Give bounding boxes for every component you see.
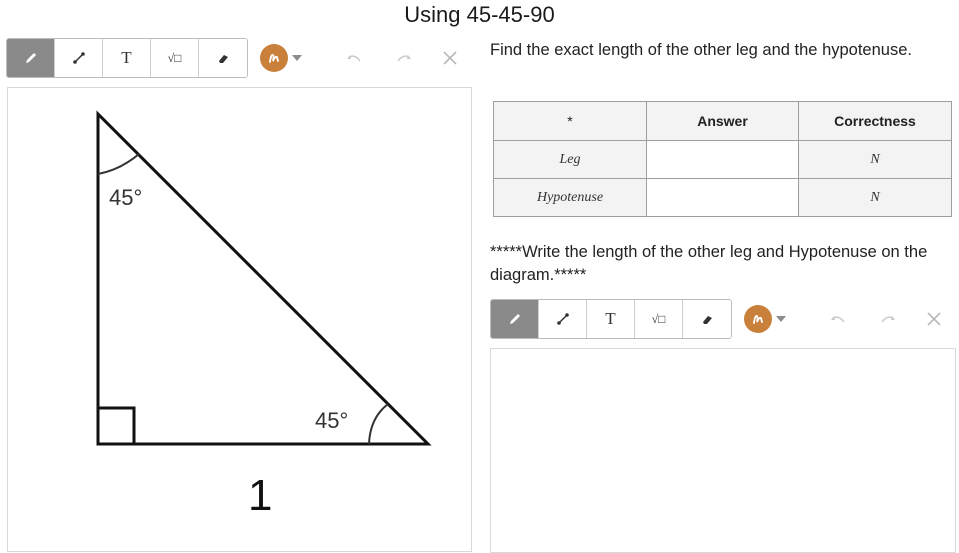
drawing-canvas-left[interactable]: 45° 45° 1 bbox=[7, 87, 472, 552]
tool-group: T √□ bbox=[490, 299, 732, 339]
leg-length-label: 1 bbox=[248, 471, 272, 520]
sqrt-icon: √□ bbox=[167, 50, 182, 65]
chevron-down-icon bbox=[776, 316, 786, 322]
text-tool-button[interactable]: T bbox=[587, 300, 635, 338]
table-header-row: * Answer Correctness bbox=[493, 101, 952, 141]
eraser-icon bbox=[219, 55, 228, 63]
undo-button[interactable] bbox=[824, 305, 852, 333]
header-answer: Answer bbox=[646, 101, 799, 141]
table-row: Leg N bbox=[493, 140, 952, 179]
clear-button[interactable] bbox=[436, 44, 464, 72]
drawing-canvas-right[interactable] bbox=[490, 348, 956, 553]
close-icon bbox=[927, 312, 941, 326]
pencil-icon bbox=[25, 53, 36, 63]
undo-button[interactable] bbox=[340, 44, 368, 72]
bottom-angle-label: 45° bbox=[315, 408, 348, 433]
close-icon bbox=[443, 51, 457, 65]
header-correctness: Correctness bbox=[798, 101, 952, 141]
text-icon: T bbox=[121, 48, 132, 67]
hypotenuse-answer-input[interactable] bbox=[646, 178, 799, 217]
row-label-hypotenuse: Hypotenuse bbox=[493, 178, 647, 217]
hypotenuse-correctness: N bbox=[798, 178, 952, 217]
pencil-tool-button[interactable] bbox=[7, 39, 55, 77]
redo-button[interactable] bbox=[874, 305, 902, 333]
redo-button[interactable] bbox=[390, 44, 418, 72]
line-icon bbox=[556, 313, 569, 325]
drawing-toolbar-left: T √□ bbox=[6, 38, 464, 78]
right-angle-marker bbox=[96, 406, 136, 446]
color-picker[interactable] bbox=[744, 305, 786, 333]
color-picker[interactable] bbox=[260, 44, 302, 72]
leg-answer-input[interactable] bbox=[646, 140, 799, 179]
clear-button[interactable] bbox=[920, 305, 948, 333]
text-tool-button[interactable]: T bbox=[103, 39, 151, 77]
squiggle-icon bbox=[269, 54, 279, 63]
eraser-icon bbox=[703, 316, 712, 324]
tool-group: T √□ bbox=[6, 38, 248, 78]
question-text: Find the exact length of the other leg a… bbox=[490, 41, 912, 59]
undo-icon bbox=[347, 55, 361, 62]
page-title: Using 45-45-90 bbox=[404, 2, 555, 27]
eraser-tool-button[interactable] bbox=[199, 39, 247, 77]
row-label-leg: Leg bbox=[493, 140, 647, 179]
bottom-angle-arc bbox=[368, 403, 389, 445]
text-icon: T bbox=[605, 309, 616, 328]
line-tool-button[interactable] bbox=[55, 39, 103, 77]
right-triangle bbox=[96, 110, 432, 446]
pencil-icon bbox=[509, 314, 520, 324]
redo-icon bbox=[397, 55, 411, 62]
table-row: Hypotenuse N bbox=[493, 178, 952, 217]
pencil-tool-button[interactable] bbox=[491, 300, 539, 338]
squiggle-icon bbox=[753, 315, 763, 324]
redo-icon bbox=[881, 316, 895, 323]
line-icon bbox=[72, 52, 85, 64]
chevron-down-icon bbox=[292, 55, 302, 61]
color-swatch bbox=[744, 305, 772, 333]
eraser-tool-button[interactable] bbox=[683, 300, 731, 338]
line-tool-button[interactable] bbox=[539, 300, 587, 338]
triangle-diagram: 45° 45° 1 bbox=[96, 110, 432, 520]
sqrt-icon: √□ bbox=[651, 311, 666, 326]
color-swatch bbox=[260, 44, 288, 72]
sqrt-tool-button[interactable]: √□ bbox=[635, 300, 683, 338]
top-angle-arc bbox=[97, 153, 140, 175]
top-angle-label: 45° bbox=[109, 185, 142, 210]
undo-icon bbox=[831, 316, 845, 323]
drawing-toolbar-right: T √□ bbox=[490, 299, 948, 339]
instruction-note: *****Write the length of the other leg a… bbox=[490, 243, 928, 284]
sqrt-tool-button[interactable]: √□ bbox=[151, 39, 199, 77]
answer-table: * Answer Correctness Leg N Hypotenuse N bbox=[493, 101, 952, 217]
leg-correctness: N bbox=[798, 140, 952, 179]
header-star: * bbox=[493, 101, 647, 141]
